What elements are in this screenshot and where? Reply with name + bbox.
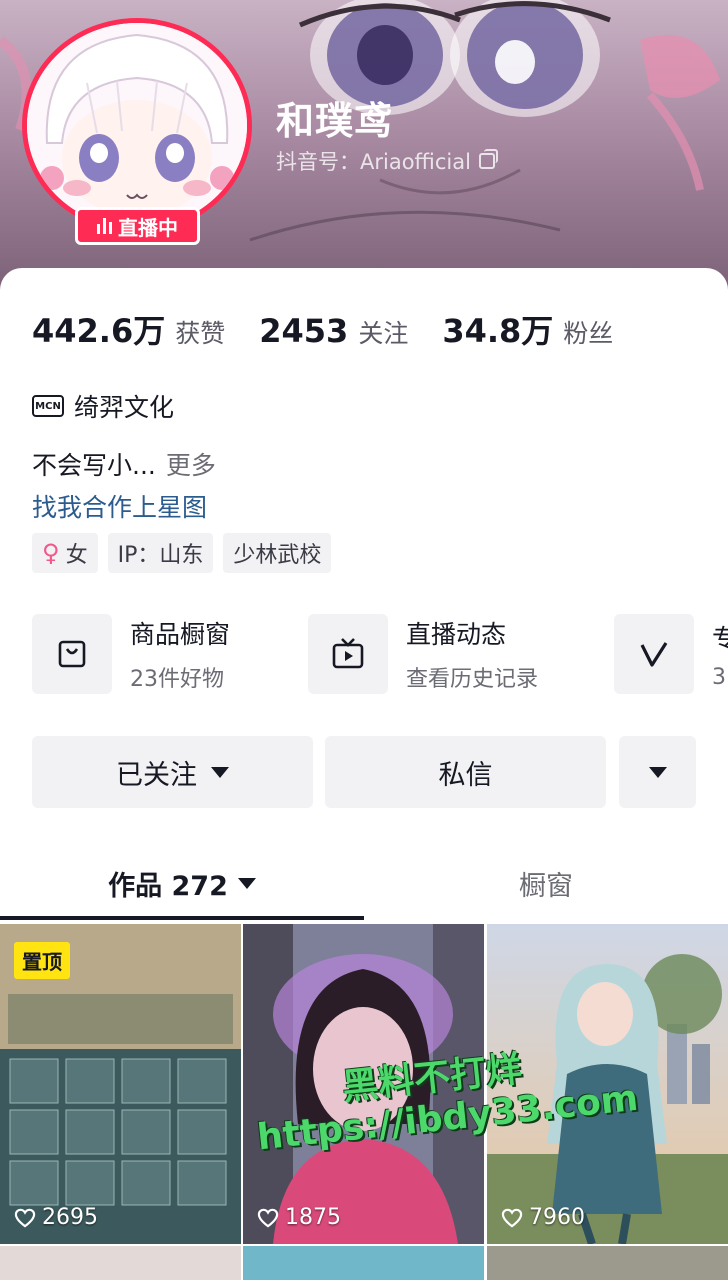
profile-stats: 442.6万 获赞 2453 关注 34.8万 粉丝 <box>32 306 613 352</box>
video-likes: 1875 <box>257 1205 341 1230</box>
caret-down-icon <box>211 766 229 778</box>
caret-down-icon <box>648 766 667 778</box>
following-label: 关注 <box>358 319 409 348</box>
service-live-sub: 查看历史记录 <box>406 667 539 692</box>
service-third[interactable]: 专 3 <box>614 614 728 694</box>
video-likes-count: 7960 <box>529 1205 585 1230</box>
service-live-history[interactable]: 直播动态 查看历史记录 <box>308 614 538 694</box>
copy-icon[interactable] <box>478 149 498 169</box>
stat-following[interactable]: 2453 关注 <box>259 312 408 350</box>
tv-icon <box>308 614 388 694</box>
content-tabs: 作品 272 橱窗 <box>0 848 728 922</box>
tag-gender: ♀ 女 <box>32 533 98 573</box>
likes-count: 442.6万 <box>32 312 166 350</box>
video-likes-count: 2695 <box>42 1205 98 1230</box>
video-card[interactable]: 置顶 2695 <box>0 924 241 1244</box>
video-likes: 7960 <box>501 1205 585 1230</box>
fans-label: 粉丝 <box>563 319 614 348</box>
stat-likes[interactable]: 442.6万 获赞 <box>32 306 225 352</box>
profile-nickname: 和璞鸢 <box>276 99 394 143</box>
service-showcase[interactable]: 商品橱窗 23件好物 <box>32 614 230 694</box>
mcn-row[interactable]: MCN 绮羿文化 <box>32 388 174 424</box>
heart-icon <box>14 1208 36 1228</box>
video-card[interactable]: 7960 <box>487 924 728 1244</box>
profile-tags: ♀ 女 IP：山东 少林武校 <box>32 533 332 573</box>
video-card[interactable]: 1875 <box>243 924 484 1244</box>
avatar[interactable] <box>22 18 252 233</box>
message-button-label: 私信 <box>438 759 493 791</box>
live-badge[interactable]: 直播中 <box>75 207 200 245</box>
video-likes: 2695 <box>14 1205 98 1230</box>
female-icon: ♀ <box>42 539 60 567</box>
service-showcase-title: 商品橱窗 <box>130 620 231 649</box>
active-tab-indicator <box>0 916 364 920</box>
video-likes-count: 1875 <box>285 1205 341 1230</box>
tab-window-label: 橱窗 <box>519 870 573 902</box>
bio-more-link[interactable]: 更多 <box>166 451 216 480</box>
tag-ip: IP：山东 <box>107 533 214 573</box>
service-third-sub: 3 <box>712 664 726 690</box>
followed-button[interactable]: 已关注 <box>32 736 313 808</box>
following-count: 2453 <box>259 312 349 350</box>
service-entries: 商品橱窗 23件好物 直播动态 查看历史记录 专 3 <box>32 614 728 698</box>
douyin-id-text: 抖音号：Ariaofficial <box>276 150 471 174</box>
service-live-title: 直播动态 <box>406 620 507 649</box>
video-thumbnail <box>243 924 484 1244</box>
star-cooperation-link[interactable]: 找我合作上星图 <box>32 488 207 524</box>
live-badge-label: 直播中 <box>118 215 178 240</box>
fans-count: 34.8万 <box>442 312 554 350</box>
avatar-illustration <box>27 23 247 228</box>
video-grid: 置顶 2695 1875 7960 <box>0 924 728 1280</box>
bio: 不会写小... 更多 <box>32 446 216 482</box>
pinned-badge: 置顶 <box>14 942 70 979</box>
tab-works[interactable]: 作品 272 <box>0 848 364 918</box>
service-showcase-sub: 23件好物 <box>130 667 224 692</box>
profile-actions: 已关注 私信 <box>32 736 696 808</box>
shopping-bag-icon <box>32 614 112 694</box>
video-card-partial[interactable] <box>243 1246 484 1280</box>
video-card-partial[interactable] <box>0 1246 241 1280</box>
profile-banner: 直播中 和璞鸢 抖音号：Ariaofficial <box>0 0 728 290</box>
mcn-icon: MCN <box>32 395 64 417</box>
v-icon <box>614 614 694 694</box>
caret-down-icon <box>237 877 256 889</box>
heart-icon <box>501 1208 523 1228</box>
heart-icon <box>257 1208 279 1228</box>
likes-label: 获赞 <box>175 319 226 348</box>
stat-fans[interactable]: 34.8万 粉丝 <box>442 306 613 352</box>
tab-window[interactable]: 橱窗 <box>364 848 728 918</box>
tag-gender-label: 女 <box>65 543 88 568</box>
mcn-name: 绮羿文化 <box>74 393 175 422</box>
service-third-title: 专 <box>712 623 728 653</box>
bio-text: 不会写小... <box>32 451 156 480</box>
followed-button-label: 已关注 <box>116 759 197 791</box>
more-actions-button[interactable] <box>619 736 696 808</box>
video-card-partial[interactable] <box>487 1246 728 1280</box>
live-bars-icon <box>97 218 112 234</box>
douyin-id[interactable]: 抖音号：Ariaofficial <box>276 146 498 176</box>
tag-school[interactable]: 少林武校 <box>223 533 332 573</box>
video-thumbnail <box>487 924 728 1244</box>
message-button[interactable]: 私信 <box>325 736 606 808</box>
tab-works-label: 作品 272 <box>108 870 228 902</box>
